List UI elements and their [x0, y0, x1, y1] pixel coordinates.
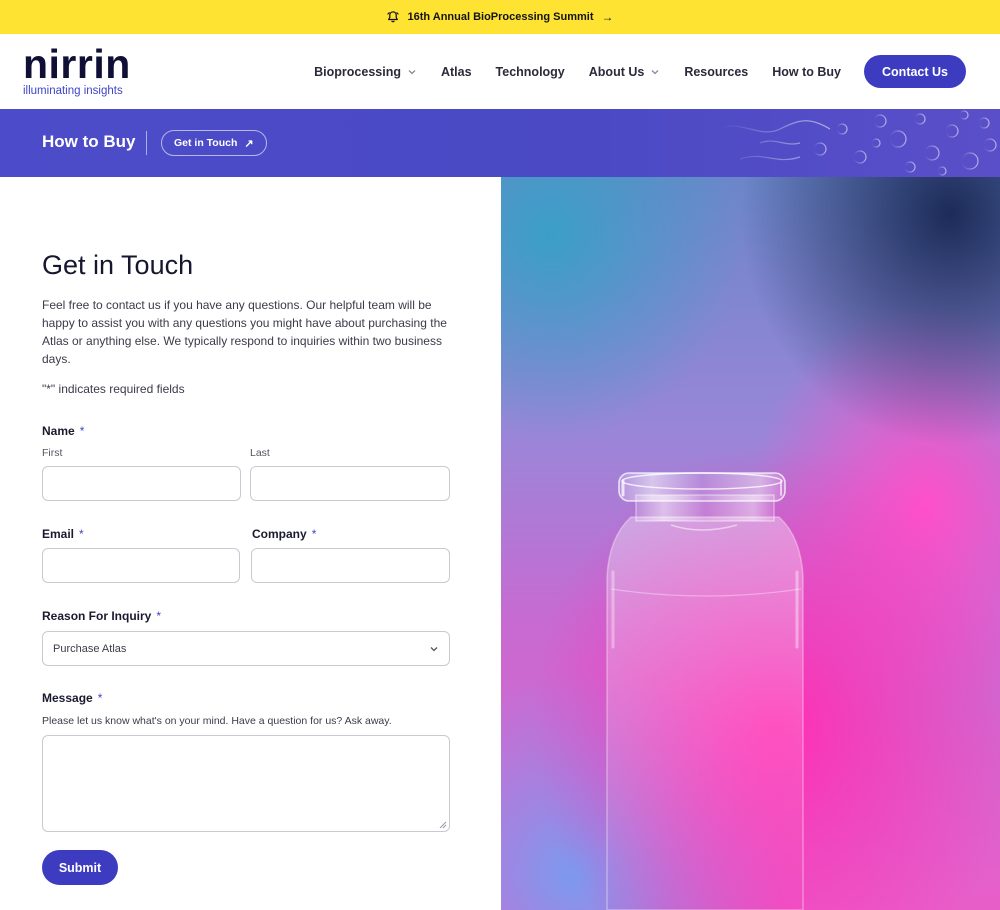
get-in-touch-link[interactable]: Get in Touch ↗ — [161, 130, 267, 156]
company-label-text: Company — [252, 527, 307, 541]
bell-icon — [387, 11, 400, 23]
announcement-bar[interactable]: 16th Annual BioProcessing Summit → — [0, 0, 1000, 34]
reason-select[interactable]: Purchase Atlas — [42, 631, 450, 666]
form-heading: Get in Touch — [42, 250, 194, 280]
reason-label: Reason For Inquiry * — [42, 609, 161, 623]
name-label: Name * — [42, 424, 84, 438]
announcement-text[interactable]: 16th Annual BioProcessing Summit — [407, 11, 593, 23]
nav-label: Resources — [684, 64, 749, 79]
glass-vial-illustration — [606, 472, 804, 910]
nav-item-how-to-buy[interactable]: How to Buy — [772, 65, 841, 79]
nav-label: How to Buy — [772, 64, 842, 79]
company-input[interactable] — [251, 548, 450, 583]
first-name-input[interactable] — [42, 466, 241, 501]
logo-wordmark: nirrin — [23, 41, 131, 87]
last-name-label: Last — [250, 447, 270, 459]
chevron-down-icon — [651, 69, 659, 74]
page-title: How to Buy — [42, 132, 136, 151]
chevron-down-icon — [408, 69, 416, 74]
message-label-text: Message — [42, 691, 93, 705]
resize-grip-icon[interactable] — [439, 821, 447, 829]
reason-label-text: Reason For Inquiry — [42, 609, 152, 623]
company-label: Company * — [252, 527, 316, 541]
vial-photo — [501, 177, 1000, 910]
name-label-text: Name — [42, 424, 75, 438]
message-textarea[interactable] — [42, 735, 450, 832]
contact-form-section: Get in Touch Feel free to contact us if … — [0, 177, 500, 910]
email-label-text: Email — [42, 527, 75, 541]
cell-texture-graphic — [719, 110, 997, 176]
submit-button[interactable]: Submit — [42, 850, 118, 885]
required-star: * — [79, 527, 84, 541]
last-name-input[interactable] — [250, 466, 450, 501]
main-nav: Bioprocessing Atlas Technology About Us … — [290, 55, 966, 88]
form-intro: Feel free to contact us if you have any … — [42, 298, 447, 366]
nav-label: About Us — [588, 64, 645, 79]
nav-label: Bioprocessing — [314, 64, 401, 79]
first-name-label: First — [42, 447, 63, 459]
get-in-touch-label: Get in Touch — [174, 137, 238, 149]
required-star: * — [311, 527, 317, 541]
email-label: Email * — [42, 527, 84, 541]
message-hint: Please let us know what's on your mind. … — [42, 715, 392, 727]
required-star: * — [97, 691, 103, 705]
arrow-right-icon: → — [601, 10, 614, 24]
nirrin-logo[interactable]: nirrin illuminating insights — [23, 41, 131, 98]
contact-us-button[interactable]: Contact Us — [864, 55, 966, 88]
nav-item-resources[interactable]: Resources — [684, 65, 748, 79]
logo-tagline: illuminating insights — [23, 85, 123, 97]
nav-item-atlas[interactable]: Atlas — [441, 65, 472, 79]
page-banner: How to Buy Get in Touch ↗ — [0, 109, 1000, 177]
message-label: Message * — [42, 691, 102, 705]
nav-label: Technology — [495, 64, 565, 79]
email-input[interactable] — [42, 548, 240, 583]
nav-item-bioprocessing[interactable]: Bioprocessing — [314, 65, 417, 79]
required-fields-note: "*" indicates required fields — [42, 382, 185, 396]
arrow-up-right-icon: ↗ — [244, 137, 254, 150]
chevron-down-icon — [430, 647, 438, 652]
nav-item-about-us[interactable]: About Us — [589, 65, 661, 79]
site-header: nirrin illuminating insights Bioprocessi… — [0, 34, 1000, 109]
required-star: * — [156, 609, 162, 623]
reason-selected-value: Purchase Atlas — [53, 642, 127, 655]
required-star: * — [79, 424, 85, 438]
nav-label: Atlas — [440, 64, 472, 79]
nav-item-technology[interactable]: Technology — [496, 65, 565, 79]
divider — [146, 131, 147, 155]
